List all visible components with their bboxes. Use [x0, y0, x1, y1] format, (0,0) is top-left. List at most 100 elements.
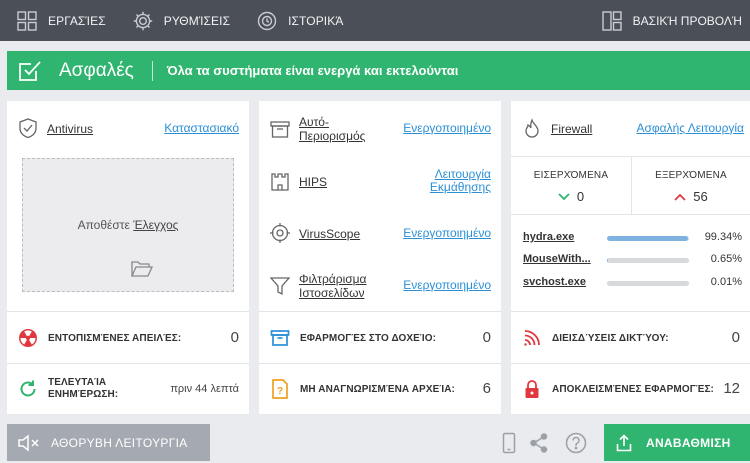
process-name[interactable]: hydra.exe: [523, 231, 574, 243]
status-divider: [151, 60, 153, 81]
web-filtering-line2: Ιστοσελίδων: [299, 286, 365, 300]
shield-icon: [19, 118, 37, 139]
crosshair-icon: [270, 223, 290, 243]
antivirus-link[interactable]: Antivirus: [47, 122, 93, 136]
nav-settings-label: ΡΥΘΜΊΣΕΙΣ: [163, 13, 231, 28]
firewall-link[interactable]: Firewall: [551, 122, 592, 136]
silent-mode-label: ΑΘΟΡΥΒΗ ΛΕΙΤΟΥΡΓΙΑ: [51, 435, 188, 450]
firewall-status-link[interactable]: Ασφαλής Λειτουργία: [636, 122, 744, 135]
gear-icon: [133, 11, 152, 30]
network-intrusions-label: ΔΙΕΙΣΔΎΣΕΙΣ ΔΙΚΤΎΟΥ:: [552, 333, 669, 344]
nav-basic-view-label: ΒΑΣΙΚΉ ΠΡΟΒΟΛΉ: [632, 13, 742, 28]
process-percent: 0.65%: [710, 253, 742, 265]
process-row[interactable]: MouseWith... 0.65%: [523, 253, 744, 269]
update-value: πριν 44 λεπτά: [170, 383, 239, 395]
containment-panel: Αυτό- Περιορισμός Ενεργοποιημένο HIPS Λε…: [259, 101, 501, 414]
drop-zone-label: Αποθέστε: [77, 218, 130, 232]
nav-tasks-label: ΕΡΓΑΣΊΕΣ: [48, 13, 106, 28]
threats-row[interactable]: ΕΝΤΟΠΙΣΜΈΝΕΣ ΑΠΕΙΛΈΣ: 0: [7, 313, 249, 363]
process-name[interactable]: svchost.exe: [523, 276, 586, 288]
nav-settings[interactable]: ΡΥΘΜΊΣΕΙΣ: [116, 0, 240, 41]
nav-history[interactable]: ΙΣΤΟΡΙΚΆ: [240, 0, 353, 41]
upgrade-button[interactable]: ΑΝΑΒΑΘΜΙΣΗ: [604, 424, 750, 461]
process-usage-bar: [607, 236, 689, 241]
mobile-icon[interactable]: [498, 432, 520, 454]
outgoing-count: 56: [632, 189, 750, 204]
nav-tasks[interactable]: ΕΡΓΑΣΊΕΣ: [0, 0, 116, 41]
contained-apps-value: 0: [482, 329, 491, 346]
scan-drop-zone[interactable]: Αποθέστε Έλεγχος: [22, 158, 234, 292]
update-label-line1: ΤΕΛΕΥΤΑΊΑ: [48, 377, 107, 388]
svg-text:?: ?: [277, 386, 283, 397]
process-row[interactable]: svchost.exe 0.01%: [523, 276, 744, 292]
unknown-files-row[interactable]: ? ΜΗ ΑΝΑΓΝΩΡΙΣΜΈΝΑ ΑΡΧΕΊΑ: 6: [259, 364, 501, 414]
tasks-grid-icon: [17, 10, 37, 31]
upload-icon: [616, 433, 632, 451]
nav-basic-view[interactable]: ΒΑΣΙΚΉ ΠΡΟΒΟΛΉ: [601, 0, 742, 41]
update-label-line2: ΕΝΗΜΈΡΩΣΗ:: [48, 389, 119, 400]
drop-zone-text: Αποθέστε Έλεγχος: [23, 218, 233, 232]
process-usage-bar: [607, 258, 689, 263]
blocked-apps-row[interactable]: ΑΠΟΚΛΕΙΣΜΈΝΕΣ ΕΦΑΡΜΟΓΈΣ: 12: [511, 364, 750, 414]
network-signal-icon: [524, 330, 540, 346]
process-name[interactable]: MouseWith...: [523, 253, 591, 265]
traffic-summary: ΕΙΣΕΡΧΌΜΕΝΑ 0 ΕΞΕΡΧΌΜΕΝΑ 56: [511, 157, 750, 214]
top-nav-bar: ΕΡΓΑΣΊΕΣ ΡΥΘΜΊΣΕΙΣ ΙΣΤΟΡΙΚΆ ΒΑΣΙΚΉ ΠΡΟΒΟ…: [0, 0, 750, 41]
history-icon: [257, 11, 277, 30]
outgoing-value: 56: [693, 189, 708, 204]
web-filtering-link[interactable]: Φιλτράρισμα Ιστοσελίδων: [299, 272, 367, 300]
unknown-file-icon: ?: [272, 379, 288, 399]
virusscope-link[interactable]: VirusScope: [299, 227, 360, 241]
speaker-mute-icon: [18, 433, 39, 452]
antivirus-status-link[interactable]: Καταστασιακό: [164, 122, 239, 135]
silent-mode-button[interactable]: ΑΘΟΡΥΒΗ ΛΕΙΤΟΥΡΓΙΑ: [7, 424, 210, 461]
status-message: Όλα τα συστήματα είναι ενεργά και εκτελο…: [166, 63, 459, 78]
hips-status-line2: Εκμάθησης: [429, 180, 491, 194]
incoming-label: ΕΙΣΕΡΧΌΜΕΝΑ: [533, 170, 609, 181]
contained-apps-row[interactable]: ΕΦΑΡΜΟΓΈΣ ΣΤΟ ΔΟΧΕΊΟ: 0: [259, 313, 501, 363]
process-row[interactable]: hydra.exe 99.34%: [523, 231, 744, 247]
share-icon[interactable]: [528, 432, 550, 454]
contained-apps-label: ΕΦΑΡΜΟΓΈΣ ΣΤΟ ΔΟΧΕΊΟ:: [300, 333, 437, 344]
process-percent: 0.01%: [710, 276, 742, 288]
network-intrusions-value: 0: [731, 329, 740, 346]
virusscope-status[interactable]: Ενεργοποιημένο: [403, 227, 491, 240]
auto-containment-status[interactable]: Ενεργοποιημένο: [403, 122, 491, 135]
chevron-down-icon: [558, 192, 570, 200]
outgoing-traffic[interactable]: ΕΞΕΡΧΌΜΕΝΑ 56: [632, 157, 750, 214]
web-filtering-status[interactable]: Ενεργοποιημένο: [403, 279, 491, 292]
container-box-icon: [270, 330, 290, 346]
update-label: ΤΕΛΕΥΤΑΊΑ ΕΝΗΜΈΡΩΣΗ:: [48, 377, 118, 401]
incoming-count: 0: [511, 189, 631, 204]
castle-icon: [271, 173, 289, 191]
unknown-files-value: 6: [482, 380, 491, 397]
blocked-apps-value: 12: [723, 380, 740, 397]
divider: [511, 214, 750, 215]
folder-open-icon: [130, 261, 154, 277]
network-intrusions-row[interactable]: ΔΙΕΙΣΔΎΣΕΙΣ ΔΙΚΤΎΟΥ: 0: [511, 313, 750, 363]
antivirus-panel: Antivirus Καταστασιακό Αποθέστε Έλεγχος …: [7, 101, 249, 414]
filter-funnel-icon: [269, 277, 291, 296]
unknown-files-label: ΜΗ ΑΝΑΓΝΩΡΙΣΜΈΝΑ ΑΡΧΕΊΑ:: [300, 384, 455, 395]
hips-link[interactable]: HIPS: [299, 175, 327, 189]
hips-status[interactable]: Λειτουργία Εκμάθησης: [430, 168, 491, 194]
lock-icon: [525, 380, 539, 398]
chevron-up-icon: [674, 193, 686, 201]
threats-label: ΕΝΤΟΠΙΣΜΈΝΕΣ ΑΠΕΙΛΈΣ:: [48, 333, 182, 344]
box-icon: [270, 121, 290, 138]
incoming-traffic[interactable]: ΕΙΣΕΡΧΌΜΕΝΑ 0: [511, 157, 631, 214]
last-update-row[interactable]: ΤΕΛΕΥΤΑΊΑ ΕΝΗΜΈΡΩΣΗ: πριν 44 λεπτά: [7, 364, 249, 414]
divider: [7, 311, 249, 312]
fire-icon: [525, 118, 539, 138]
divider: [511, 311, 750, 312]
divider: [259, 311, 501, 312]
auto-containment-line1: Αυτό-: [299, 115, 329, 129]
radiation-icon: [19, 329, 37, 347]
security-status-bar: Ασφαλές Όλα τα συστήματα είναι ενεργά κα…: [7, 51, 750, 90]
firewall-panel: Firewall Ασφαλής Λειτουργία ΕΙΣΕΡΧΌΜΕΝΑ …: [511, 101, 750, 414]
nav-history-label: ΙΣΤΟΡΙΚΆ: [288, 13, 344, 28]
auto-containment-link[interactable]: Αυτό- Περιορισμός: [299, 115, 365, 143]
scan-link[interactable]: Έλεγχος: [133, 218, 178, 232]
process-percent: 99.34%: [704, 231, 742, 243]
help-icon[interactable]: [565, 432, 587, 454]
